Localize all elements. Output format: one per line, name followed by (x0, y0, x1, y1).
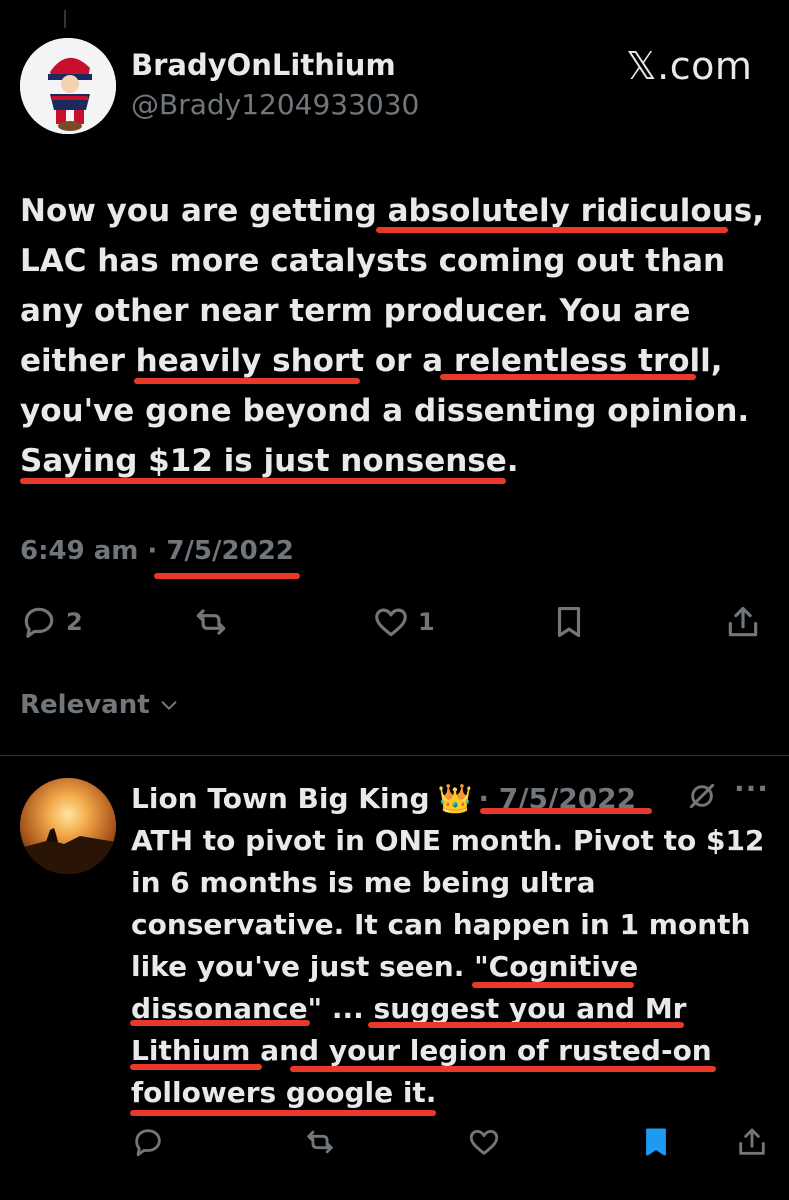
annotation-underline (290, 1066, 716, 1072)
grok-icon[interactable] (686, 780, 718, 812)
like-button[interactable] (467, 1120, 501, 1164)
like-button[interactable]: 1 (372, 600, 435, 644)
site-label: 𝕏.com (626, 44, 753, 88)
sort-replies-dropdown[interactable]: Relevant (20, 690, 180, 720)
reply-line: followers google it. (131, 1076, 437, 1109)
annotation-underline (134, 378, 360, 384)
share-button[interactable] (735, 1120, 769, 1164)
reply-line: in 6 months is me being ultra (131, 866, 596, 899)
bookmark-filled-icon (646, 1128, 666, 1156)
reply-icon (135, 1129, 161, 1157)
like-count: 1 (418, 608, 435, 636)
reply-line: like you've just seen. "Cognitive (131, 950, 639, 983)
bookmark-button-active[interactable] (639, 1120, 673, 1164)
repost-button[interactable] (303, 1120, 337, 1164)
annotation-underline (368, 1022, 684, 1028)
author-handle[interactable]: @Brady1204933030 (131, 88, 419, 121)
bookmark-button[interactable] (550, 600, 588, 644)
bookmark-icon (557, 606, 581, 638)
share-icon (739, 1128, 765, 1155)
reply-button[interactable] (131, 1120, 165, 1164)
annotation-underline (472, 982, 634, 988)
author-display-name[interactable]: BradyOnLithium (131, 48, 396, 82)
share-icon (728, 606, 758, 637)
reply-count: 2 (66, 608, 83, 636)
thread-connector (64, 10, 66, 28)
reply-line: conservative. It can happen in 1 month (131, 908, 751, 941)
tweet-line: any other near term producer. You are (20, 293, 691, 329)
heart-icon (469, 1129, 499, 1155)
reply-button[interactable]: 2 (20, 600, 83, 644)
reply-icon (24, 607, 54, 638)
annotation-underline (480, 808, 652, 814)
avatar[interactable] (20, 38, 116, 134)
heart-icon (375, 608, 407, 637)
share-button[interactable] (724, 600, 762, 644)
reply-author-name[interactable]: Lion Town Big King (131, 782, 430, 815)
sort-label: Relevant (20, 690, 150, 720)
divider (0, 755, 789, 756)
repost-icon (307, 1130, 333, 1154)
reply-line: ATH to pivot in ONE month. Pivot to $12 (131, 824, 765, 857)
tweet-timestamp[interactable]: 6:49 am · 7/5/2022 (20, 536, 294, 566)
repost-icon (196, 609, 226, 635)
tweet-action-bar: 2 1 (20, 600, 765, 644)
patriot-logo-icon (20, 38, 116, 134)
annotation-underline (376, 227, 728, 233)
annotation-underline (130, 1020, 310, 1026)
chevron-down-icon (161, 701, 177, 710)
annotation-underline (130, 1110, 436, 1116)
annotation-underline (20, 478, 506, 484)
reply-avatar[interactable] (20, 778, 116, 874)
tweet-line: you've gone beyond a dissenting opinion. (20, 393, 750, 429)
crown-emoji: 👑 (437, 781, 473, 815)
repost-button[interactable] (192, 600, 230, 644)
annotation-underline (130, 1064, 262, 1070)
tweet-line: LAC has more catalysts coming out than (20, 243, 726, 279)
more-options-icon[interactable]: ··· (734, 772, 769, 805)
sunset-lion-image-icon (20, 778, 116, 874)
reply-action-bar (131, 1120, 771, 1164)
annotation-underline (440, 374, 696, 380)
annotation-underline (154, 573, 300, 579)
